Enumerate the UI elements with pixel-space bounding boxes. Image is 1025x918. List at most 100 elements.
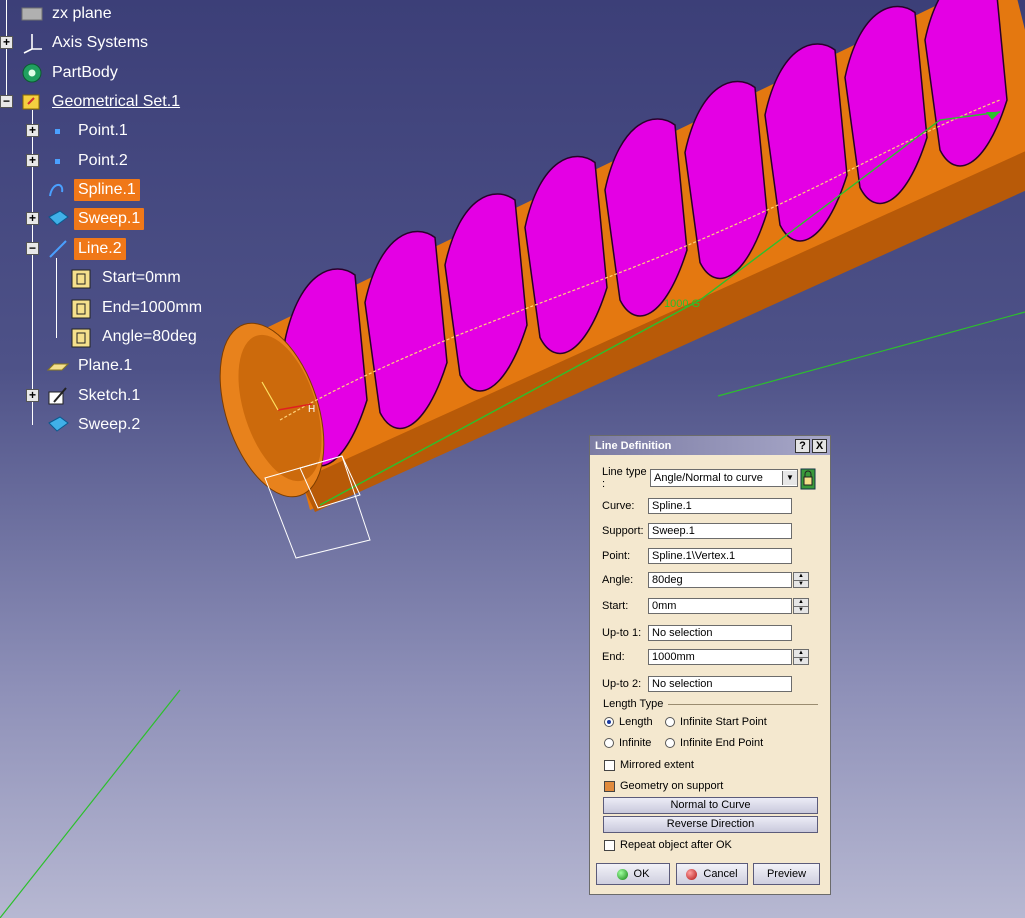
angle-spinner[interactable]: ▲ ▼ [793,572,809,588]
upto2-label: Up-to 2: [602,678,642,690]
line-type-label: Line type : [602,466,647,490]
construction-line [0,689,181,918]
start-spinner[interactable]: ▲ ▼ [793,598,809,614]
upto1-row: Up-to 1: No selection [602,623,792,643]
tree-node-spline1[interactable]: Spline.1 [46,178,140,202]
point-row: Point: Spline.1\Vertex.1 [602,546,792,566]
tree-node-sweep2[interactable]: Sweep.2 [46,413,144,437]
point-field[interactable]: Spline.1\Vertex.1 [648,548,792,564]
radio-button[interactable] [665,738,675,748]
mirrored-extent-checkbox[interactable]: Mirrored extent [604,755,694,775]
tree-node-sweep1[interactable]: Sweep.1 [46,207,145,231]
tree-node-zx-plane[interactable]: zx plane [20,2,116,26]
start-label: Start: [602,600,629,612]
axis-system-icon [20,31,44,55]
length-type-label: Length Type [603,698,664,710]
tree-node-plane1[interactable]: Plane.1 [46,354,136,378]
parameter-icon [70,266,94,290]
expand-toggle[interactable]: + [26,154,39,167]
upto1-field[interactable]: No selection [648,625,792,641]
chevron-down-icon[interactable]: ▼ [782,471,797,485]
axis-label: H [308,404,315,415]
tree-label: Axis Systems [52,34,149,51]
lock-icon[interactable] [800,468,816,490]
tree-label: Point.1 [78,122,128,139]
tree-label: Plane.1 [78,357,133,374]
tree-label: End=1000mm [102,299,203,316]
radio-button[interactable] [604,738,614,748]
radio-infinite-start[interactable]: Infinite Start Point [665,712,767,732]
angle-field[interactable]: 80deg [648,572,792,588]
upto2-field[interactable]: No selection [648,676,792,692]
expand-toggle[interactable]: + [26,389,39,402]
tree-label: Sweep.2 [78,416,141,433]
expand-toggle[interactable]: + [26,124,39,137]
end-label: End: [602,651,625,663]
repeat-object-checkbox[interactable]: Repeat object after OK [604,835,732,855]
tree-node-point1[interactable]: Point.1 [46,119,132,143]
close-button[interactable]: X [812,438,827,453]
radio-infinite[interactable]: Infinite [604,733,651,753]
radio-button[interactable] [604,717,614,727]
reverse-direction-button[interactable]: Reverse Direction [603,816,818,833]
line-definition-dialog[interactable]: Line Definition ? X Line type : Angle/No… [589,435,831,895]
tree-label: Sweep.1 [74,208,145,230]
tree-label: Point.2 [78,152,128,169]
point-icon [46,119,70,143]
help-button[interactable]: ? [795,438,810,453]
line-icon [46,237,70,261]
end-field[interactable]: 1000mm [648,649,792,665]
point-label: Point: [602,550,631,562]
tree-node-start-param[interactable]: Start=0mm [70,266,185,290]
dialog-titlebar[interactable]: Line Definition ? X [590,436,830,455]
support-field[interactable]: Sweep.1 [648,523,792,539]
collapse-toggle[interactable]: − [0,95,13,108]
line-type-dropdown[interactable]: Angle/Normal to curve ▼ [650,469,798,487]
collapse-toggle[interactable]: − [26,242,39,255]
construction-line [717,311,1025,397]
cancel-button[interactable]: Cancel [676,863,748,885]
sweep-icon [46,207,70,231]
geometry-on-support-checkbox[interactable]: Geometry on support [604,776,723,796]
tree-node-end-param[interactable]: End=1000mm [70,296,206,320]
tree-node-axis-systems[interactable]: Axis Systems [20,31,152,55]
normal-to-curve-button[interactable]: Normal to Curve [603,797,818,814]
radio-infinite-end[interactable]: Infinite End Point [665,733,763,753]
start-field[interactable]: 0mm [648,598,792,614]
length-type-group-line [668,704,818,705]
radio-button[interactable] [665,717,675,727]
angle-label: Angle: [602,574,634,586]
tree-label: Sketch.1 [78,387,141,404]
radio-length[interactable]: Length [604,712,653,732]
preview-button[interactable]: Preview [753,863,820,885]
tree-node-line2[interactable]: Line.2 [46,237,126,261]
sketch-icon [46,384,70,408]
ok-button[interactable]: OK [596,863,670,885]
expand-toggle[interactable]: + [26,212,39,225]
end-spinner[interactable]: ▲ ▼ [793,649,809,665]
spline-icon [46,178,70,202]
tree-node-point2[interactable]: Point.2 [46,149,132,173]
support-row: Support: Sweep.1 [602,521,792,541]
line-type-row: Line type : Angle/Normal to curve ▼ [602,466,816,490]
plane-icon [46,354,70,378]
tree-connector [56,258,57,338]
tree-node-partbody[interactable]: PartBody [20,61,122,85]
tree-node-sketch1[interactable]: Sketch.1 [46,384,144,408]
checkbox[interactable] [604,780,615,792]
dimension-label[interactable]: 1000 G [664,298,700,310]
tree-label: Geometrical Set.1 [52,93,181,110]
tree-node-geometrical-set[interactable]: Geometrical Set.1 [20,90,184,114]
expand-toggle[interactable]: + [0,36,13,49]
upto1-label: Up-to 1: [602,627,642,639]
tree-label: PartBody [52,64,118,81]
checkbox[interactable] [604,839,615,851]
specification-tree: zx plane + Axis Systems PartBody − Geome… [0,0,260,450]
curve-field[interactable]: Spline.1 [648,498,792,514]
checkbox[interactable] [604,759,615,771]
geometrical-set-icon [20,90,44,114]
end-row: End: 1000mm ▲ ▼ [602,647,809,667]
tree-label: Angle=80deg [102,328,197,345]
tree-node-angle-param[interactable]: Angle=80deg [70,325,201,349]
point-icon [46,149,70,173]
